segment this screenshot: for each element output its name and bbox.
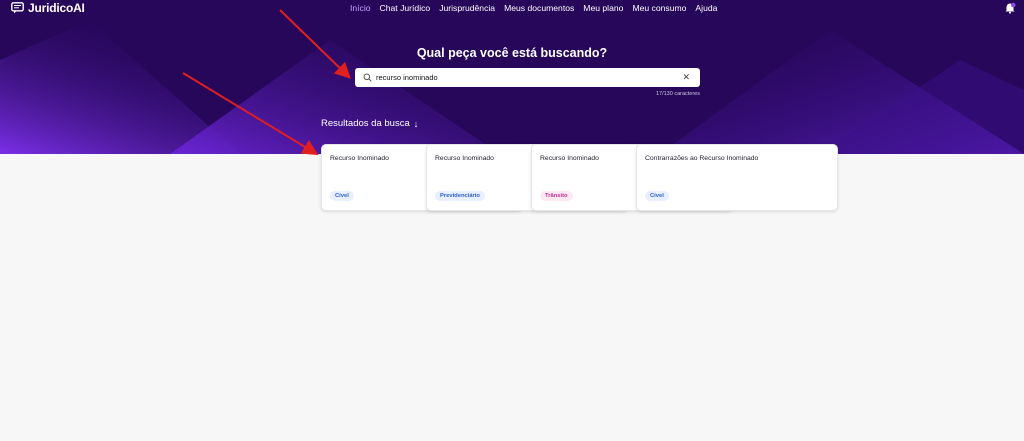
result-card[interactable]: Contrarrazões ao Recurso Inominado Cível — [636, 144, 838, 211]
hero-banner: JuridicoAI Início Chat Jurídico Jurispru… — [0, 0, 1024, 154]
app-logo[interactable]: JuridicoAI — [11, 1, 85, 15]
nav-item-ajuda[interactable]: Ajuda — [695, 3, 717, 13]
nav-item-meu-consumo[interactable]: Meu consumo — [632, 3, 686, 13]
results-heading: Resultados da busca ↓ — [321, 118, 418, 129]
top-navigation-bar: JuridicoAI Início Chat Jurídico Jurispru… — [0, 0, 1024, 18]
category-badge: Cível — [645, 191, 669, 201]
search-input[interactable]: recurso inominado ✕ — [355, 68, 700, 87]
category-badge: Previdenciário — [435, 191, 485, 201]
category-badge: Trânsito — [540, 191, 573, 201]
nav-item-meu-plano[interactable]: Meu plano — [583, 3, 623, 13]
page-title: Qual peça você está buscando? — [416, 46, 608, 60]
logo-text: JuridicoAI — [28, 1, 85, 15]
result-card-title: Contrarrazões ao Recurso Inominado — [645, 155, 759, 162]
nav-item-jurisprudencia[interactable]: Jurisprudência — [439, 3, 495, 13]
arrow-down-icon: ↓ — [413, 118, 419, 129]
category-badge: Cível — [330, 191, 354, 201]
nav-item-meus-documentos[interactable]: Meus documentos — [504, 3, 574, 13]
chat-bubble-icon — [11, 2, 24, 14]
character-counter: 17/130 caracteres — [655, 91, 700, 97]
search-icon — [363, 73, 372, 82]
main-nav: Início Chat Jurídico Jurisprudência Meus… — [350, 3, 726, 13]
notification-bell-icon[interactable] — [1004, 2, 1016, 14]
results-heading-text: Resultados da busca — [321, 118, 410, 129]
clear-search-icon[interactable]: ✕ — [682, 72, 690, 83]
search-value[interactable]: recurso inominado — [376, 73, 682, 82]
nav-item-inicio[interactable]: Início — [350, 3, 371, 13]
nav-item-chat-juridico[interactable]: Chat Jurídico — [380, 3, 431, 13]
